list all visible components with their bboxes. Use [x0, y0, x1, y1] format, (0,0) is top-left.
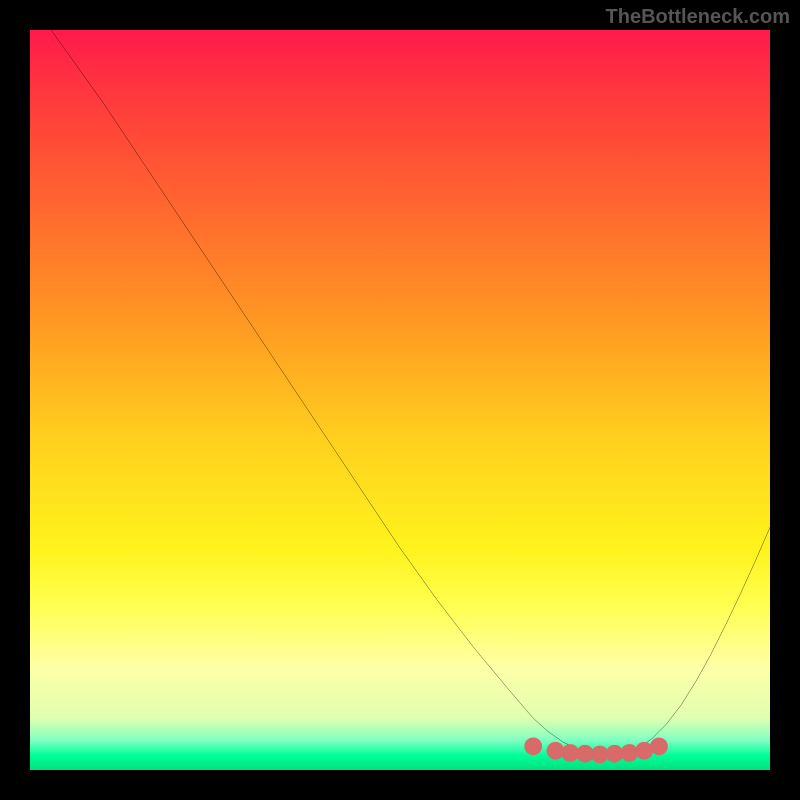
plot-area	[30, 30, 770, 770]
bottleneck-curve	[30, 30, 770, 755]
watermark-text: TheBottleneck.com	[606, 6, 790, 29]
marker-dot	[650, 737, 668, 755]
marker-dot	[524, 737, 542, 755]
chart-container: TheBottleneck.com	[0, 0, 800, 800]
minimum-band-markers	[524, 737, 668, 763]
chart-svg	[30, 30, 770, 770]
